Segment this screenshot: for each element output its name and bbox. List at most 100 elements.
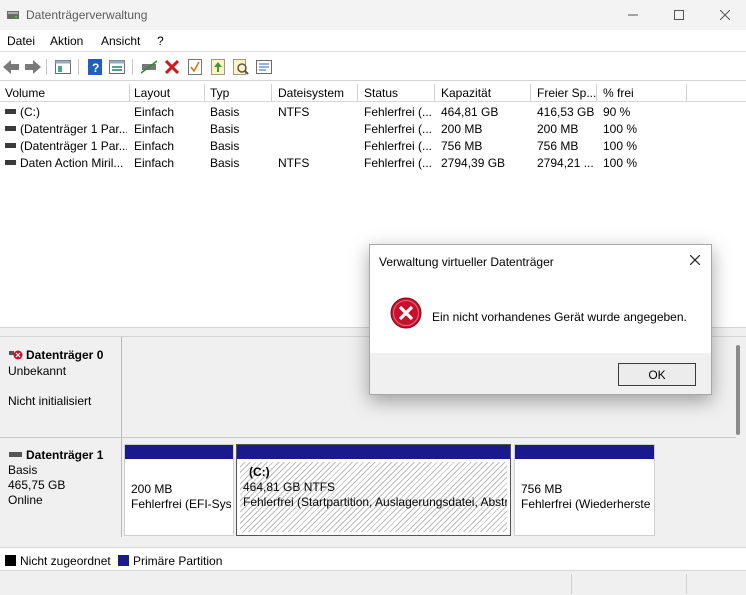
column-divider[interactable]	[530, 84, 531, 101]
column-divider[interactable]	[596, 84, 597, 101]
disk-1-state: Online	[8, 493, 43, 507]
toolbar: ?	[0, 53, 746, 81]
cell-kapazitaet: 2794,39 GB	[441, 156, 506, 170]
disk-1-size: 465,75 GB	[8, 478, 66, 492]
disk-management-app-icon	[7, 11, 19, 19]
partition-c[interactable]: (C:) 464,81 GB NTFS Fehlerfrei (Startpar…	[236, 444, 511, 536]
cell-dateisystem: NTFS	[278, 156, 310, 170]
cell-freier-speicher: 416,53 GB	[537, 105, 595, 119]
column-header-volume[interactable]: Volume	[5, 86, 45, 102]
menu-help[interactable]: ?	[157, 34, 164, 48]
partition-efi[interactable]: 200 MB Fehlerfrei (EFI-Syst	[124, 444, 234, 536]
maximize-button[interactable]	[656, 0, 702, 30]
toolbar-separator	[46, 59, 47, 75]
close-icon	[720, 10, 730, 20]
volume-icon	[5, 109, 16, 115]
import-button[interactable]	[209, 58, 227, 76]
cell-dateisystem: NTFS	[278, 105, 310, 119]
dialog-title: Verwaltung virtueller Datenträger	[379, 255, 554, 269]
legend-unallocated: Nicht zugeordnet	[20, 554, 111, 568]
vertical-scrollbar[interactable]	[736, 345, 740, 435]
import-icon	[211, 59, 225, 75]
partition-status: Fehlerfrei (EFI-Syst	[131, 497, 231, 511]
close-button[interactable]	[702, 0, 746, 30]
menu-datei[interactable]: Datei	[7, 34, 35, 48]
cell-status: Fehlerfrei (...	[364, 105, 433, 119]
column-header-prozent-frei[interactable]: % frei	[603, 86, 634, 102]
forward-button[interactable]	[24, 58, 42, 76]
column-header-typ[interactable]: Typ	[210, 86, 229, 102]
column-header-layout[interactable]: Layout	[134, 86, 170, 102]
partition-status: Fehlerfrei (Startpartition, Auslagerungs…	[243, 495, 507, 509]
table-row[interactable]: (C:) Einfach Basis NTFS Fehlerfrei (... …	[0, 103, 746, 120]
column-divider[interactable]	[271, 84, 272, 101]
minimize-button[interactable]	[610, 0, 656, 30]
close-icon	[690, 255, 700, 265]
disk-1-type: Basis	[8, 463, 38, 477]
disk-error-icon	[9, 350, 23, 360]
volume-icon	[5, 143, 16, 149]
table-row[interactable]: (Datenträger 1 Par... Einfach Basis Fehl…	[0, 137, 746, 154]
table-row[interactable]: (Datenträger 1 Par... Einfach Basis Fehl…	[0, 120, 746, 137]
partition-label: (C:)	[249, 465, 270, 479]
back-button[interactable]	[2, 58, 20, 76]
connect-button[interactable]	[140, 58, 158, 76]
status-bar	[0, 570, 746, 595]
disk-0-type: Unbekannt	[8, 364, 67, 378]
help-button[interactable]: ?	[86, 58, 104, 76]
refresh-button[interactable]	[255, 58, 273, 76]
disk-1-info[interactable]: Datenträger 1 Basis 465,75 GB Online	[0, 438, 122, 537]
toolbar-separator	[132, 59, 133, 75]
disk-1-name: Datenträger 1	[26, 448, 104, 462]
cell-volume: Daten Action Miril...	[20, 156, 124, 170]
help-icon: ?	[88, 59, 102, 75]
menu-ansicht[interactable]: Ansicht	[101, 34, 140, 48]
search-button[interactable]	[232, 58, 250, 76]
column-divider[interactable]	[434, 84, 435, 101]
cell-freier-speicher: 756 MB	[537, 139, 579, 153]
column-header-dateisystem[interactable]: Dateisystem	[278, 86, 344, 102]
cell-freier-speicher: 2794,21 ...	[537, 156, 594, 170]
disk-0-info[interactable]: Datenträger 0 Unbekannt Nicht initialisi…	[0, 337, 122, 437]
menu-aktion[interactable]: Aktion	[50, 34, 83, 48]
column-divider[interactable]	[129, 84, 130, 101]
column-header-kapazitaet[interactable]: Kapazität	[441, 86, 491, 102]
column-header-freier-speicher[interactable]: Freier Sp...	[537, 86, 596, 102]
partition-recovery[interactable]: 756 MB Fehlerfrei (Wiederherste	[514, 444, 655, 536]
partition-size: 464,81 GB NTFS	[243, 480, 336, 494]
minimize-icon	[628, 14, 638, 16]
forward-icon	[25, 60, 41, 74]
volume-list-header: Volume Layout Typ Dateisystem Status Kap…	[0, 84, 746, 102]
unallocated-swatch	[5, 555, 16, 566]
table-row[interactable]: Daten Action Miril... Einfach Basis NTFS…	[0, 154, 746, 171]
cell-kapazitaet: 464,81 GB	[441, 105, 499, 119]
primary-partition-bar	[515, 445, 654, 459]
legend-primary: Primäre Partition	[133, 554, 223, 568]
legend: Nicht zugeordnet Primäre Partition	[0, 547, 746, 569]
dialog-close-button[interactable]	[679, 245, 711, 275]
check-button[interactable]	[186, 58, 204, 76]
column-divider[interactable]	[357, 84, 358, 101]
view-button[interactable]	[108, 58, 126, 76]
maximize-icon	[674, 10, 684, 20]
column-header-status[interactable]: Status	[364, 86, 398, 102]
primary-partition-bar	[125, 445, 233, 459]
disk-icon	[9, 452, 22, 457]
properties-icon	[55, 60, 71, 74]
cell-status: Fehlerfrei (...	[364, 156, 433, 170]
cell-typ: Basis	[210, 105, 240, 119]
cell-status: Fehlerfrei (...	[364, 139, 433, 153]
ok-button[interactable]: OK	[618, 363, 696, 386]
primary-partition-bar	[237, 445, 510, 459]
column-divider[interactable]	[204, 84, 205, 101]
cell-typ: Basis	[210, 156, 240, 170]
refresh-icon	[256, 60, 272, 74]
dialog-body: Ein nicht vorhandenes Gerät wurde angege…	[370, 275, 711, 353]
error-dialog: Verwaltung virtueller Datenträger Ein ni…	[369, 244, 712, 395]
properties-button[interactable]	[54, 58, 72, 76]
column-divider[interactable]	[686, 84, 687, 101]
dialog-footer: OK	[370, 353, 711, 394]
cell-prozent-frei: 100 %	[603, 139, 638, 153]
delete-button[interactable]	[163, 58, 181, 76]
cell-prozent-frei: 90 %	[603, 105, 631, 119]
